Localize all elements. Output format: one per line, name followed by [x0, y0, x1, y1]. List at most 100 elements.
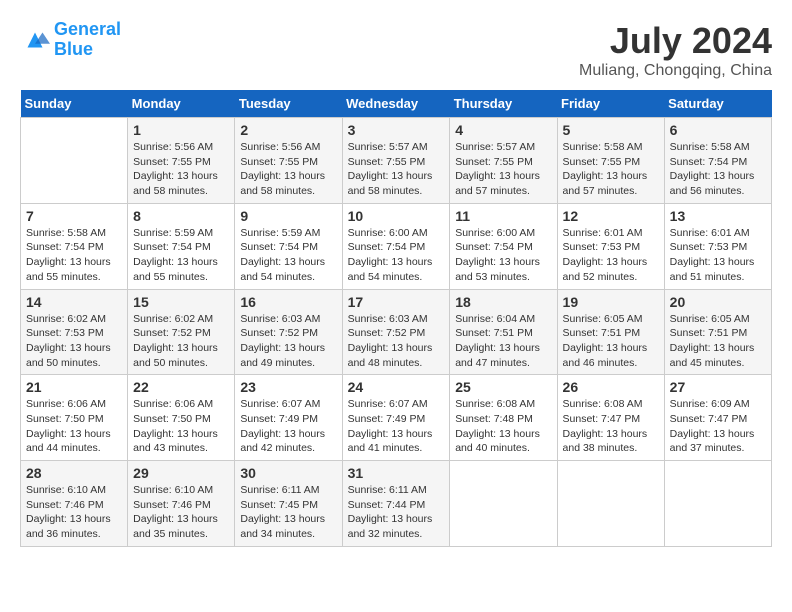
day-number: 29 — [133, 465, 229, 481]
calendar-cell: 7 Sunrise: 5:58 AMSunset: 7:54 PMDaylight… — [21, 203, 128, 289]
calendar-cell: 26 Sunrise: 6:08 AMSunset: 7:47 PMDayligh… — [557, 375, 664, 461]
day-info: Sunrise: 5:58 AMSunset: 7:54 PMDaylight:… — [26, 226, 122, 285]
week-row-1: 1 Sunrise: 5:56 AMSunset: 7:55 PMDaylight… — [21, 118, 772, 204]
calendar-cell: 29 Sunrise: 6:10 AMSunset: 7:46 PMDayligh… — [128, 461, 235, 547]
day-info: Sunrise: 5:58 AMSunset: 7:55 PMDaylight:… — [563, 140, 659, 199]
day-number: 3 — [348, 122, 445, 138]
logo-icon — [20, 25, 50, 55]
calendar-cell: 20Sunrise: 6:05 AMSunset: 7:51 PMDayligh… — [664, 289, 771, 375]
day-number: 23 — [240, 379, 336, 395]
day-info: Sunrise: 6:04 AMSunset: 7:51 PMDaylight:… — [455, 312, 551, 371]
calendar-cell: 4 Sunrise: 5:57 AMSunset: 7:55 PMDaylight… — [450, 118, 557, 204]
subtitle: Muliang, Chongqing, China — [579, 62, 772, 80]
day-info: Sunrise: 6:11 AMSunset: 7:44 PMDaylight:… — [348, 483, 445, 542]
calendar-cell: 21Sunrise: 6:06 AMSunset: 7:50 PMDayligh… — [21, 375, 128, 461]
page-header: General Blue July 2024 Muliang, Chongqin… — [20, 20, 772, 80]
week-row-3: 14 Sunrise: 6:02 AMSunset: 7:53 PMDayligh… — [21, 289, 772, 375]
calendar-cell: 19 Sunrise: 6:05 AMSunset: 7:51 PMDayligh… — [557, 289, 664, 375]
calendar-cell: 9 Sunrise: 5:59 AMSunset: 7:54 PMDaylight… — [235, 203, 342, 289]
day-number: 7 — [26, 208, 122, 224]
day-number: 24 — [348, 379, 445, 395]
week-row-5: 28 Sunrise: 6:10 AMSunset: 7:46 PMDayligh… — [21, 461, 772, 547]
weekday-header-thursday: Thursday — [450, 90, 557, 118]
calendar-cell: 12 Sunrise: 6:01 AMSunset: 7:53 PMDayligh… — [557, 203, 664, 289]
day-number: 1 — [133, 122, 229, 138]
calendar-cell: 18 Sunrise: 6:04 AMSunset: 7:51 PMDayligh… — [450, 289, 557, 375]
day-number: 19 — [563, 294, 659, 310]
calendar-cell: 13Sunrise: 6:01 AMSunset: 7:53 PMDayligh… — [664, 203, 771, 289]
logo: General Blue — [20, 20, 121, 60]
day-info: Sunrise: 5:59 AMSunset: 7:54 PMDaylight:… — [133, 226, 229, 285]
calendar-cell: 16Sunrise: 6:03 AMSunset: 7:52 PMDayligh… — [235, 289, 342, 375]
day-info: Sunrise: 5:56 AMSunset: 7:55 PMDaylight:… — [133, 140, 229, 199]
day-number: 22 — [133, 379, 229, 395]
day-number: 25 — [455, 379, 551, 395]
day-info: Sunrise: 6:00 AMSunset: 7:54 PMDaylight:… — [455, 226, 551, 285]
calendar-cell: 25 Sunrise: 6:08 AMSunset: 7:48 PMDayligh… — [450, 375, 557, 461]
day-number: 5 — [563, 122, 659, 138]
day-info: Sunrise: 6:11 AMSunset: 7:45 PMDaylight:… — [240, 483, 336, 542]
day-number: 18 — [455, 294, 551, 310]
day-number: 26 — [563, 379, 659, 395]
calendar-cell: 30 Sunrise: 6:11 AMSunset: 7:45 PMDayligh… — [235, 461, 342, 547]
calendar-cell: 10Sunrise: 6:00 AMSunset: 7:54 PMDayligh… — [342, 203, 450, 289]
calendar-cell: 3 Sunrise: 5:57 AMSunset: 7:55 PMDaylight… — [342, 118, 450, 204]
weekday-header-friday: Friday — [557, 90, 664, 118]
day-number: 31 — [348, 465, 445, 481]
day-number: 15 — [133, 294, 229, 310]
calendar-cell: 28 Sunrise: 6:10 AMSunset: 7:46 PMDayligh… — [21, 461, 128, 547]
calendar-cell — [21, 118, 128, 204]
logo-text: General Blue — [54, 20, 121, 60]
day-info: Sunrise: 5:59 AMSunset: 7:54 PMDaylight:… — [240, 226, 336, 285]
calendar-cell: 11 Sunrise: 6:00 AMSunset: 7:54 PMDayligh… — [450, 203, 557, 289]
day-info: Sunrise: 6:03 AMSunset: 7:52 PMDaylight:… — [348, 312, 445, 371]
day-info: Sunrise: 6:10 AMSunset: 7:46 PMDaylight:… — [26, 483, 122, 542]
calendar-cell: 6Sunrise: 5:58 AMSunset: 7:54 PMDaylight… — [664, 118, 771, 204]
day-number: 14 — [26, 294, 122, 310]
day-info: Sunrise: 6:05 AMSunset: 7:51 PMDaylight:… — [670, 312, 766, 371]
day-info: Sunrise: 6:08 AMSunset: 7:47 PMDaylight:… — [563, 397, 659, 456]
week-row-2: 7 Sunrise: 5:58 AMSunset: 7:54 PMDaylight… — [21, 203, 772, 289]
weekday-header-row: SundayMondayTuesdayWednesdayThursdayFrid… — [21, 90, 772, 118]
weekday-header-monday: Monday — [128, 90, 235, 118]
day-number: 27 — [670, 379, 766, 395]
calendar-cell: 8Sunrise: 5:59 AMSunset: 7:54 PMDaylight… — [128, 203, 235, 289]
weekday-header-wednesday: Wednesday — [342, 90, 450, 118]
day-info: Sunrise: 5:57 AMSunset: 7:55 PMDaylight:… — [348, 140, 445, 199]
calendar-cell: 2Sunrise: 5:56 AMSunset: 7:55 PMDaylight… — [235, 118, 342, 204]
calendar-cell: 24Sunrise: 6:07 AMSunset: 7:49 PMDayligh… — [342, 375, 450, 461]
day-info: Sunrise: 6:00 AMSunset: 7:54 PMDaylight:… — [348, 226, 445, 285]
week-row-4: 21Sunrise: 6:06 AMSunset: 7:50 PMDayligh… — [21, 375, 772, 461]
day-number: 9 — [240, 208, 336, 224]
day-number: 6 — [670, 122, 766, 138]
day-number: 17 — [348, 294, 445, 310]
title-area: July 2024 Muliang, Chongqing, China — [579, 20, 772, 80]
calendar-cell — [664, 461, 771, 547]
calendar-cell: 23 Sunrise: 6:07 AMSunset: 7:49 PMDayligh… — [235, 375, 342, 461]
day-info: Sunrise: 6:01 AMSunset: 7:53 PMDaylight:… — [563, 226, 659, 285]
day-info: Sunrise: 6:07 AMSunset: 7:49 PMDaylight:… — [240, 397, 336, 456]
calendar-cell: 15 Sunrise: 6:02 AMSunset: 7:52 PMDayligh… — [128, 289, 235, 375]
main-title: July 2024 — [579, 20, 772, 62]
day-info: Sunrise: 6:09 AMSunset: 7:47 PMDaylight:… — [670, 397, 766, 456]
calendar-table: SundayMondayTuesdayWednesdayThursdayFrid… — [20, 90, 772, 547]
calendar-cell: 1 Sunrise: 5:56 AMSunset: 7:55 PMDaylight… — [128, 118, 235, 204]
day-info: Sunrise: 6:02 AMSunset: 7:52 PMDaylight:… — [133, 312, 229, 371]
day-number: 4 — [455, 122, 551, 138]
calendar-cell — [557, 461, 664, 547]
day-number: 12 — [563, 208, 659, 224]
day-info: Sunrise: 5:57 AMSunset: 7:55 PMDaylight:… — [455, 140, 551, 199]
day-number: 30 — [240, 465, 336, 481]
calendar-cell: 5 Sunrise: 5:58 AMSunset: 7:55 PMDaylight… — [557, 118, 664, 204]
day-info: Sunrise: 6:10 AMSunset: 7:46 PMDaylight:… — [133, 483, 229, 542]
calendar-cell — [450, 461, 557, 547]
weekday-header-sunday: Sunday — [21, 90, 128, 118]
day-info: Sunrise: 6:06 AMSunset: 7:50 PMDaylight:… — [26, 397, 122, 456]
day-info: Sunrise: 6:08 AMSunset: 7:48 PMDaylight:… — [455, 397, 551, 456]
day-info: Sunrise: 6:06 AMSunset: 7:50 PMDaylight:… — [133, 397, 229, 456]
day-number: 28 — [26, 465, 122, 481]
day-info: Sunrise: 6:02 AMSunset: 7:53 PMDaylight:… — [26, 312, 122, 371]
day-number: 16 — [240, 294, 336, 310]
day-info: Sunrise: 6:05 AMSunset: 7:51 PMDaylight:… — [563, 312, 659, 371]
day-number: 11 — [455, 208, 551, 224]
